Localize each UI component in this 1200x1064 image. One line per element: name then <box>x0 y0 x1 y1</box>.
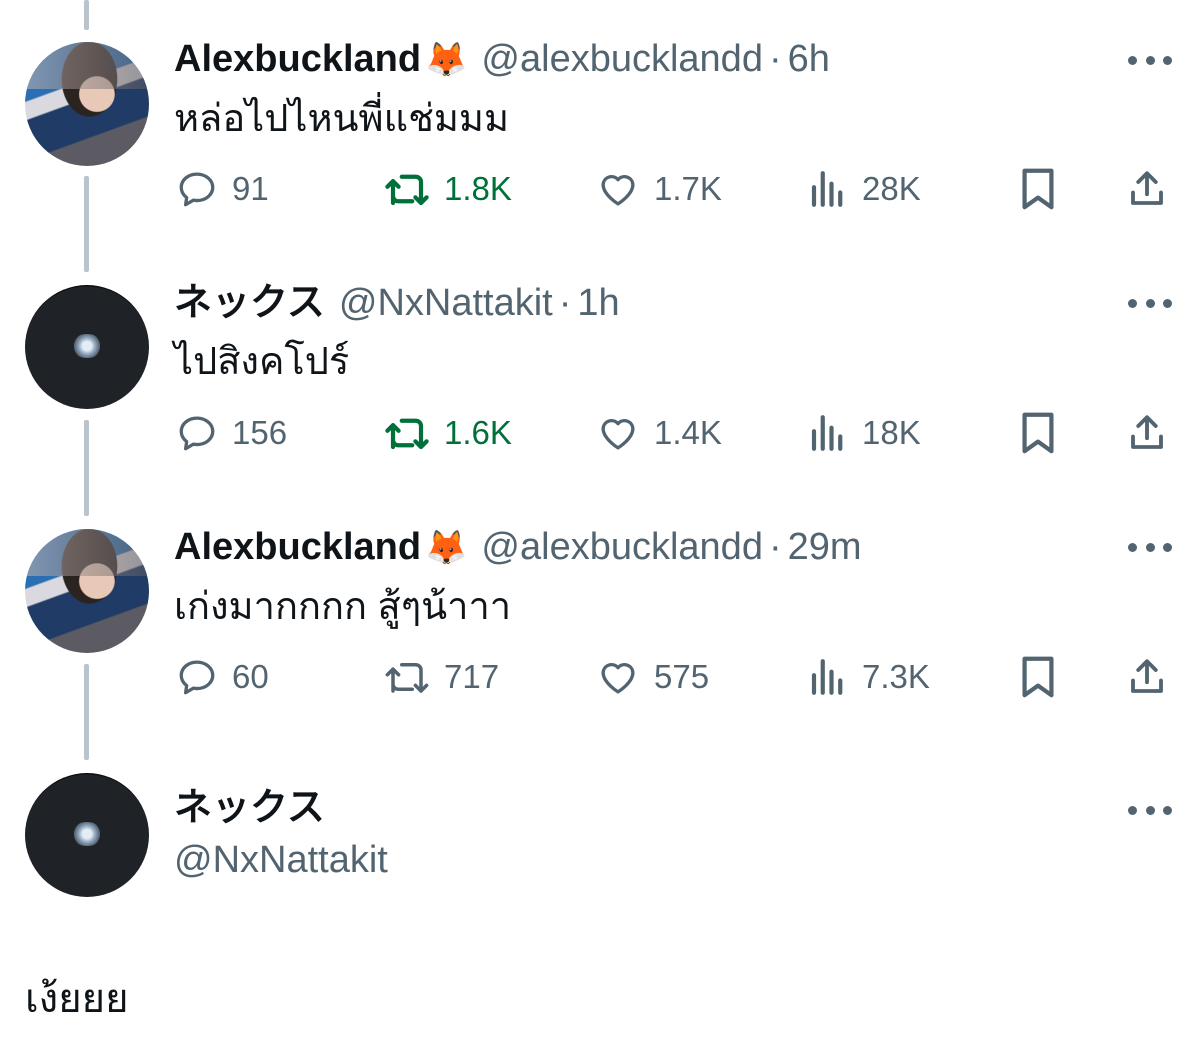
reply-icon <box>179 660 215 695</box>
action-bar: 156 1.6K 1.4K 18K <box>0 408 1200 458</box>
share-button[interactable] <box>1126 408 1168 458</box>
retweet-count: 1.8K <box>444 170 512 207</box>
bookmark-icon <box>1022 168 1054 210</box>
views-button[interactable]: 28K <box>808 164 921 214</box>
tweet-time[interactable]: 29m <box>788 524 862 570</box>
retweet-icon <box>385 418 429 450</box>
author-name[interactable]: Alexbuckland <box>174 36 421 82</box>
author-handle[interactable]: @NxNattakit <box>174 837 388 883</box>
bookmark-icon <box>1022 656 1054 698</box>
avatar[interactable] <box>25 529 149 653</box>
main-tweet[interactable]: ネックス @NxNattakit <box>0 735 1200 1064</box>
reply-button[interactable]: 60 <box>176 652 269 702</box>
views-icon <box>811 659 843 695</box>
views-count: 7.3K <box>862 658 930 695</box>
like-count: 1.7K <box>654 170 722 207</box>
more-icon[interactable] <box>1128 802 1172 818</box>
reply-tweet[interactable]: ネックス @NxNattakit · 1h ไปสิงคโปร์ 156 1.6… <box>0 245 1200 490</box>
author-handle[interactable]: @NxNattakit <box>339 280 553 326</box>
reply-count: 91 <box>232 170 269 207</box>
reply-tweet[interactable]: Alexbuckland 🦊 @alexbucklandd · 29m เก่ง… <box>0 490 1200 735</box>
tweet-time[interactable]: 6h <box>788 36 830 82</box>
retweet-button[interactable]: 717 <box>384 652 499 702</box>
share-icon <box>1131 659 1163 693</box>
author-handle[interactable]: @alexbucklandd <box>481 36 763 82</box>
tweet-text: เก่งมากกกก สู้ๆน้าาา <box>174 586 512 628</box>
views-icon <box>811 415 843 451</box>
tweet-time[interactable]: 1h <box>577 280 619 326</box>
retweet-icon <box>385 663 429 693</box>
reply-button[interactable]: 156 <box>176 408 287 458</box>
like-icon <box>601 663 635 694</box>
avatar[interactable] <box>25 285 149 409</box>
author-handle[interactable]: @alexbucklandd <box>481 524 763 570</box>
reply-button[interactable]: 91 <box>176 164 269 214</box>
views-count: 28K <box>862 170 921 207</box>
separator-dot: · <box>768 38 782 80</box>
bookmark-button[interactable] <box>1018 408 1058 458</box>
more-icon[interactable] <box>1128 52 1172 68</box>
retweet-button[interactable]: 1.6K <box>384 408 512 458</box>
views-button[interactable]: 7.3K <box>808 652 930 702</box>
like-icon <box>601 419 635 450</box>
reply-count: 156 <box>232 414 288 451</box>
action-bar: 60 717 575 7.3K <box>0 652 1200 702</box>
views-button[interactable]: 18K <box>808 408 921 458</box>
separator-dot: · <box>558 282 572 324</box>
bookmark-button[interactable] <box>1018 164 1058 214</box>
like-button[interactable]: 575 <box>596 652 709 702</box>
fox-emoji: 🦊 <box>425 529 468 567</box>
retweet-count: 717 <box>444 658 500 695</box>
reply-icon <box>179 416 215 451</box>
bookmark-icon <box>1022 412 1054 454</box>
like-button[interactable]: 1.4K <box>596 408 722 458</box>
views-icon <box>811 171 843 207</box>
main-tweet-text: เง้ยยย <box>25 977 129 1021</box>
reply-icon <box>179 172 215 207</box>
avatar[interactable] <box>25 42 149 166</box>
author-name[interactable]: ネックス <box>174 785 325 831</box>
tweet-text: ไปสิงคโปร์ <box>174 341 350 383</box>
share-button[interactable] <box>1126 652 1168 702</box>
like-count: 575 <box>654 658 710 695</box>
author-name[interactable]: ネックス <box>174 280 325 326</box>
reply-tweet[interactable]: Alexbuckland 🦊 @alexbucklandd · 6h หล่อไ… <box>0 0 1200 245</box>
like-icon <box>601 175 635 206</box>
like-count: 1.4K <box>654 414 722 451</box>
share-icon <box>1131 171 1163 205</box>
avatar[interactable] <box>25 773 149 897</box>
reply-count: 60 <box>232 658 269 695</box>
like-button[interactable]: 1.7K <box>596 164 722 214</box>
more-icon[interactable] <box>1128 295 1172 311</box>
retweet-button[interactable]: 1.8K <box>384 164 512 214</box>
separator-dot: · <box>768 526 782 568</box>
share-button[interactable] <box>1126 164 1168 214</box>
more-icon[interactable] <box>1128 539 1172 555</box>
retweet-count: 1.6K <box>444 414 512 451</box>
retweet-icon <box>385 174 429 206</box>
action-bar: 91 1.8K 1.7K 28K <box>0 164 1200 214</box>
fox-emoji: 🦊 <box>425 41 468 79</box>
author-name[interactable]: Alexbuckland <box>174 524 421 570</box>
tweet-text: หล่อไปไหนพี่แช่มมม <box>174 98 510 140</box>
views-count: 18K <box>862 414 921 451</box>
share-icon <box>1131 415 1163 449</box>
bookmark-button[interactable] <box>1018 652 1058 702</box>
